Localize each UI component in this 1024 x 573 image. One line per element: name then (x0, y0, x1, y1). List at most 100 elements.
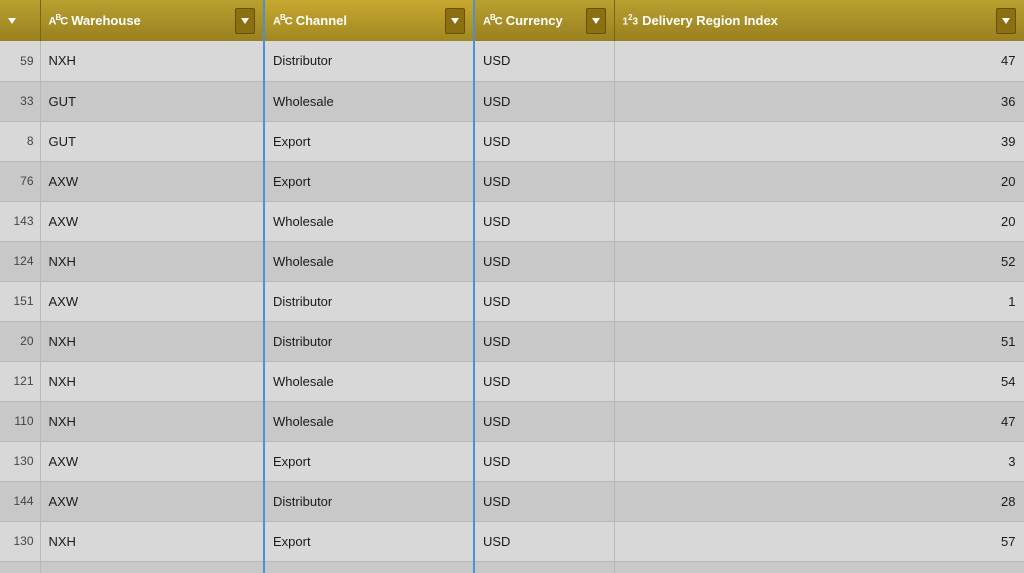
row-index: 8 (0, 121, 40, 161)
currency-abc-icon: ABC (483, 13, 502, 28)
row-index: 110 (0, 401, 40, 441)
row-delivery: 52 (614, 241, 1024, 281)
currency-header-label: Currency (506, 13, 563, 28)
row-index: 59 (0, 41, 40, 81)
row-index: 20 (0, 321, 40, 361)
row-currency: USD (474, 561, 614, 573)
delivery-num-icon: 123 (623, 13, 639, 27)
row-index: 121 (0, 361, 40, 401)
row-delivery: 20 (614, 201, 1024, 241)
row-channel: Wholesale (264, 241, 474, 281)
row-warehouse: NXH (40, 521, 264, 561)
warehouse-dropdown-icon (241, 18, 249, 24)
row-index: 144 (0, 481, 40, 521)
row-index: 124 (0, 241, 40, 281)
row-warehouse: AXW (40, 481, 264, 521)
row-channel: Export (264, 161, 474, 201)
row-warehouse: NXH (40, 41, 264, 81)
table-row: 110NXHWholesaleUSD47 (0, 401, 1024, 441)
row-delivery: 3 (614, 441, 1024, 481)
index-header (0, 0, 40, 41)
row-currency: USD (474, 281, 614, 321)
row-channel: Distributor (264, 481, 474, 521)
row-currency: USD (474, 41, 614, 81)
row-channel: Export (264, 121, 474, 161)
delivery-header[interactable]: 123 Delivery Region Index (614, 0, 1024, 41)
row-delivery: 39 (614, 121, 1024, 161)
row-warehouse: NXH (40, 401, 264, 441)
row-delivery: 1 (614, 281, 1024, 321)
row-currency: USD (474, 241, 614, 281)
row-warehouse: NXH (40, 361, 264, 401)
row-currency: USD (474, 401, 614, 441)
row-currency: USD (474, 321, 614, 361)
row-delivery: 54 (614, 361, 1024, 401)
row-warehouse: GUT (40, 121, 264, 161)
table-row: 124NXHWholesaleUSD52 (0, 241, 1024, 281)
warehouse-header-label: Warehouse (71, 13, 141, 28)
row-delivery: 20 (614, 161, 1024, 201)
row-index: 33 (0, 81, 40, 121)
table-row: 130NXHExportUSD57 (0, 521, 1024, 561)
row-index: 130 (0, 521, 40, 561)
row-delivery: 47 (614, 41, 1024, 81)
data-table: ABC Warehouse ABC Channel (0, 0, 1024, 573)
row-channel: Distributor (264, 281, 474, 321)
row-channel: Wholesale (264, 81, 474, 121)
row-delivery: 28 (614, 481, 1024, 521)
sort-icon (8, 18, 16, 24)
row-index: 76 (0, 161, 40, 201)
table-row: 121NXHWholesaleUSD54 (0, 361, 1024, 401)
currency-dropdown-icon (592, 18, 600, 24)
row-warehouse: NXH (40, 321, 264, 361)
table-row: 8GUTExportUSD39 (0, 121, 1024, 161)
delivery-dropdown-icon (1002, 18, 1010, 24)
row-delivery: 47 (614, 401, 1024, 441)
table-row: 151AXWDistributorUSD1 (0, 281, 1024, 321)
row-currency: USD (474, 201, 614, 241)
channel-header-label: Channel (296, 13, 347, 28)
row-delivery (614, 561, 1024, 573)
warehouse-dropdown-button[interactable] (235, 8, 255, 34)
row-channel: Distributor (264, 321, 474, 361)
currency-dropdown-button[interactable] (586, 8, 606, 34)
row-index: 151 (0, 281, 40, 321)
row-channel: Wholesale (264, 361, 474, 401)
channel-dropdown-button[interactable] (445, 8, 465, 34)
row-channel: Distributor (264, 41, 474, 81)
table-row: 144AXWDistributorUSD28 (0, 481, 1024, 521)
channel-dropdown-icon (451, 18, 459, 24)
row-channel: Wholesale (264, 201, 474, 241)
table-row: 27NXH USD (0, 561, 1024, 573)
row-currency: USD (474, 121, 614, 161)
row-warehouse: AXW (40, 161, 264, 201)
channel-abc-icon: ABC (273, 13, 292, 28)
row-channel: Export (264, 441, 474, 481)
row-warehouse: AXW (40, 281, 264, 321)
table-row: 130AXWExportUSD3 (0, 441, 1024, 481)
delivery-header-label: Delivery Region Index (642, 13, 778, 28)
row-channel (264, 561, 474, 573)
row-currency: USD (474, 521, 614, 561)
row-warehouse: NXH (40, 241, 264, 281)
table-row: 143AXWWholesaleUSD20 (0, 201, 1024, 241)
channel-header[interactable]: ABC Channel (264, 0, 474, 41)
row-currency: USD (474, 361, 614, 401)
row-channel: Export (264, 521, 474, 561)
abc-icon: ABC (49, 13, 68, 28)
row-delivery: 51 (614, 321, 1024, 361)
delivery-dropdown-button[interactable] (996, 8, 1016, 34)
row-index: 130 (0, 441, 40, 481)
row-channel: Wholesale (264, 401, 474, 441)
row-currency: USD (474, 161, 614, 201)
currency-header[interactable]: ABC Currency (474, 0, 614, 41)
row-warehouse: AXW (40, 201, 264, 241)
row-delivery: 57 (614, 521, 1024, 561)
row-currency: USD (474, 481, 614, 521)
row-warehouse: NXH (40, 561, 264, 573)
warehouse-header[interactable]: ABC Warehouse (40, 0, 264, 41)
table-header-row: ABC Warehouse ABC Channel (0, 0, 1024, 41)
row-currency: USD (474, 441, 614, 481)
row-index: 27 (0, 561, 40, 573)
row-currency: USD (474, 81, 614, 121)
